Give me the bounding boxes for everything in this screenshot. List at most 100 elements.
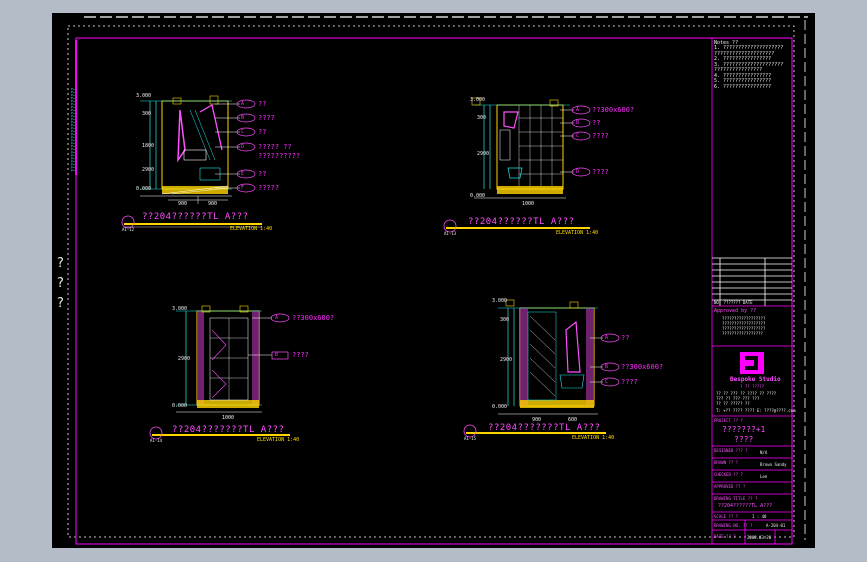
- elev2-dim-2: 2900: [477, 151, 490, 157]
- elev1-callout-tag-d: D: [241, 144, 245, 150]
- elev3-callout-tag-b: B: [275, 352, 279, 358]
- field-drawn-label: DRAWN ?? ?: [714, 460, 739, 465]
- elev4-dim-1: 300: [500, 317, 510, 323]
- elev2-tag: A1-13: [444, 231, 457, 236]
- elev3-callout-tag-a: A: [275, 315, 279, 321]
- elev1-level-top: 3.000: [136, 93, 152, 99]
- field-drawing-no-value: A-204-01: [766, 523, 786, 528]
- company-address: ?? ?? ??? ?? ???? ?? ???? ??? ?? ??? ???…: [716, 391, 776, 406]
- field-drawing-title-value: ??204??????TL A???: [718, 503, 773, 509]
- elev1-bottom-dim-1: 900: [178, 201, 188, 207]
- left-margin-note: ????????????????????????????: [71, 87, 77, 172]
- elevation-4-drawing: [463, 299, 620, 438]
- approval-line: ?????????????????: [722, 331, 763, 336]
- elev4-callout-c: ????: [621, 378, 638, 386]
- elev4-callout-b: ??300x600?: [621, 363, 664, 371]
- company-contact: T: +?? ???? ???? E: ????@????.com: [716, 408, 796, 413]
- field-drawing-no-label: DRAWING NO. ?? ?: [714, 523, 753, 528]
- elev2-level-bottom: 0.000: [470, 193, 486, 199]
- elev2-bottom-dim-1: 1000: [522, 201, 535, 207]
- elev3-level-top: 3.000: [172, 306, 188, 312]
- elev2-scale: ELEVATION 1:40: [556, 230, 599, 236]
- outer-frame: [67, 25, 795, 538]
- title-block-frame: [711, 37, 793, 545]
- elev1-dim-1: 300: [142, 111, 152, 117]
- inner-frame: [75, 37, 793, 545]
- elev3-dim-1: 2900: [178, 356, 191, 362]
- company-sub: ? ?? ?????: [740, 384, 765, 389]
- note-line: 6. ????????????????: [714, 83, 772, 90]
- revision-header: NO. ??????? DATE: [714, 300, 753, 305]
- field-approved-label: APPROVED ?? ?: [714, 484, 746, 489]
- elev2-callout-a: ??300x600?: [592, 106, 635, 114]
- elev4-tag: A1-15: [464, 436, 477, 441]
- field-drawn-value: Brown Sandy: [760, 462, 787, 467]
- elev1-scale: ELEVATION 1:40: [230, 226, 273, 232]
- company-name: Bespoke Studio: [730, 376, 781, 383]
- elev4-callout-tag-b: B: [605, 364, 609, 370]
- elev1-callout-b: ????: [258, 114, 275, 122]
- elev1-callout-tag-f: F: [241, 185, 245, 191]
- elev2-callout-tag-d: D: [576, 169, 580, 175]
- field-designed-label: DESIGNED ??? ?: [714, 448, 748, 453]
- project-sub: ????: [734, 435, 754, 444]
- elev1-title: ??204??????TL A???: [142, 212, 249, 222]
- elev4-callout-a: ??: [621, 334, 630, 342]
- elev1-callout-f: ?????: [258, 184, 280, 192]
- field-checked-label: CHECKED ?? ?: [714, 472, 743, 477]
- project-name: ???????+1: [722, 425, 766, 434]
- elev4-title: ??204???????TL A???: [488, 423, 601, 433]
- elev2-dim-1: 300: [477, 115, 487, 121]
- field-date-value: 2008.03.26: [747, 535, 772, 540]
- elev4-callout-tag-c: C: [605, 379, 609, 385]
- elevation-3-drawing: [149, 305, 290, 440]
- elev3-scale: ELEVATION 1:40: [257, 437, 300, 443]
- elev4-dim-2: 2900: [500, 357, 513, 363]
- elev1-callout-e: ??: [258, 170, 267, 178]
- field-date-label: DATE ?? ?: [714, 534, 736, 539]
- approval-label: Approved by ??: [714, 308, 757, 314]
- elev3-tag: A1-14: [150, 438, 163, 443]
- elev4-scale: ELEVATION 1:40: [572, 435, 615, 441]
- field-drawing-title-label: DRAWING TITLE ?? ?: [714, 496, 758, 501]
- elev1-dim-3: 2900: [142, 167, 155, 173]
- elev1-callout-tag-a: A: [241, 101, 245, 107]
- elev1-callout-d2: ??????????: [258, 152, 301, 160]
- elev4-callout-tag-a: A: [605, 335, 609, 341]
- elev3-bottom-dim-1: 1000: [222, 415, 235, 421]
- approval-lines: ?????????????????? ?????????????????? ??…: [722, 316, 765, 336]
- company-logo: [740, 352, 764, 374]
- elev3-level-bottom: 0.000: [172, 403, 188, 409]
- elev1-tag: A1-12: [122, 227, 135, 232]
- field-scale-value: 1 : 40: [752, 514, 767, 519]
- elevation-2-drawing: [443, 97, 591, 233]
- elev3-callout-a: ??300x600?: [292, 314, 335, 322]
- elev1-bottom-dim-2: 900: [208, 201, 218, 207]
- elev4-level-top: 3.000: [492, 298, 508, 304]
- field-scale-label: SCALE ?? ?: [714, 514, 739, 519]
- elev2-callout-c: ????: [592, 132, 609, 140]
- elev1-callout-tag-e: E: [241, 171, 245, 177]
- elev1-level-bottom: 0.000: [136, 186, 152, 192]
- elev1-callout-c: ??: [258, 128, 267, 136]
- elev2-callout-tag-b: B: [576, 120, 580, 126]
- elev1-callout-tag-c: C: [241, 129, 245, 135]
- elev2-callout-b: ??: [592, 119, 601, 127]
- elev2-title: ??204??????TL A???: [468, 217, 575, 227]
- project-label: PROJECT ?? ?: [714, 418, 743, 423]
- elev4-level-bottom: 0.000: [492, 404, 508, 410]
- elev1-callout-d: ????? ??: [258, 143, 292, 151]
- elev2-callout-tag-c: C: [576, 133, 580, 139]
- field-designed-value: N/A: [760, 450, 768, 455]
- address-line: ?? ?? ????? ??: [716, 401, 750, 406]
- elev1-callout-tag-b: B: [241, 115, 245, 121]
- elev2-callout-d: ????: [592, 168, 609, 176]
- elev2-callout-tag-a: A: [576, 107, 580, 113]
- field-checked-value: Lee: [760, 474, 768, 479]
- elev1-callout-a: ??: [258, 100, 267, 108]
- elev3-callout-b: ????: [292, 351, 309, 359]
- elev2-level-top: 3.000: [470, 97, 486, 103]
- elev3-title: ??204???????TL A???: [172, 425, 285, 435]
- elev1-dim-2: 1800: [142, 143, 155, 149]
- notes-list: 1. ???????????????????? ????????????????…: [714, 45, 783, 90]
